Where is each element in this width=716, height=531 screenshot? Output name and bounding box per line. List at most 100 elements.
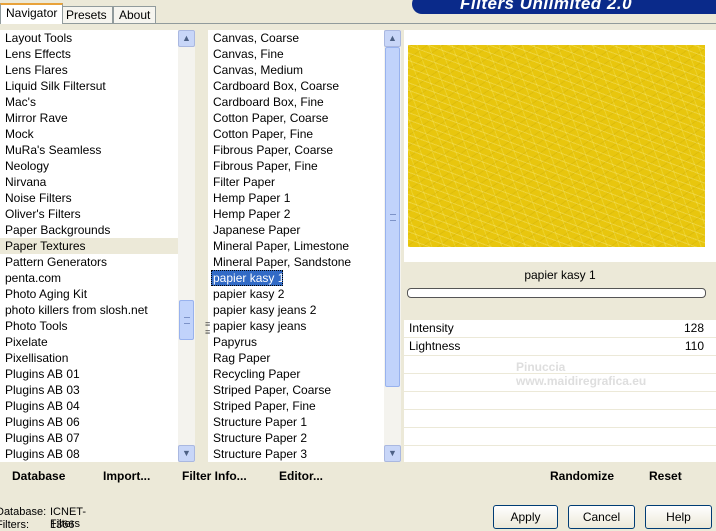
list-item[interactable]: Photo Aging Kit xyxy=(0,286,178,302)
list-item[interactable]: Striped Paper, Fine xyxy=(208,398,384,414)
list-item[interactable]: Rag Paper xyxy=(208,350,384,366)
list-item[interactable]: Canvas, Fine xyxy=(208,46,384,62)
reset-button[interactable]: Reset xyxy=(649,462,682,490)
tab-navigator[interactable]: Navigator xyxy=(0,3,64,24)
status-filters: Filters: 1366 xyxy=(0,519,74,531)
list-item[interactable]: Striped Paper, Coarse xyxy=(208,382,384,398)
watermark-name: Pinuccia xyxy=(516,360,566,374)
list-item[interactable]: Paper Backgrounds xyxy=(0,222,178,238)
intensity-slider[interactable]: Intensity 128 xyxy=(404,320,716,338)
filter-settings-panel: papier kasy 1 Intensity 128 Lightness 110 … xyxy=(404,30,716,462)
list-item[interactable]: Neology xyxy=(0,158,178,174)
list-item[interactable]: Mineral Paper, Sandstone xyxy=(208,254,384,270)
navigator-button-bar: Database Import... Filter Info... Editor… xyxy=(0,462,400,490)
list-item[interactable]: papier kasy jeans 2 xyxy=(208,302,384,318)
list-item[interactable]: Oliver's Filters xyxy=(0,206,178,222)
list-item[interactable]: Pixellisation xyxy=(0,350,178,366)
list-item[interactable]: Plugins AB 08 xyxy=(0,446,178,462)
filter-name: papier kasy 1 xyxy=(524,268,596,282)
category-list[interactable]: Layout Tools Lens Effects Lens Flares Liqui… xyxy=(0,30,178,462)
list-item[interactable]: Filter Paper xyxy=(208,174,384,190)
category-scrollbar[interactable]: ▲ ▼ xyxy=(178,30,195,462)
lightness-slider[interactable]: Lightness 110 xyxy=(404,338,716,356)
settings-button-bar: Randomize Reset xyxy=(404,462,716,490)
list-item[interactable]: papier kasy 2 xyxy=(208,286,384,302)
list-item[interactable]: Canvas, Coarse xyxy=(208,30,384,46)
list-item[interactable]: Mac's xyxy=(0,94,178,110)
list-item[interactable]: penta.com xyxy=(0,270,178,286)
list-item[interactable]: Photo Tools xyxy=(0,318,178,334)
list-item[interactable]: Lens Effects xyxy=(0,46,178,62)
list-item[interactable]: Plugins AB 03 xyxy=(0,382,178,398)
list-item[interactable]: Structure Paper 3 xyxy=(208,446,384,462)
list-item[interactable]: Canvas, Medium xyxy=(208,62,384,78)
filter-scrollbar[interactable]: ▲ ▼ xyxy=(384,30,401,462)
database-button[interactable]: Database xyxy=(12,462,65,490)
watermark: Pinuccia www.maidiregrafica.eu xyxy=(516,360,646,388)
list-item[interactable]: photo killers from slosh.net xyxy=(0,302,178,318)
cancel-button[interactable]: Cancel xyxy=(568,505,635,529)
slider-value: 128 xyxy=(683,321,704,335)
list-item[interactable]: papier kasy jeans xyxy=(208,318,384,334)
list-item[interactable]: Pattern Generators xyxy=(0,254,178,270)
preview-image xyxy=(408,45,705,247)
watermark-url: www.maidiregrafica.eu xyxy=(516,374,647,388)
slider-value: 110 xyxy=(684,339,704,353)
randomize-button[interactable]: Randomize xyxy=(550,462,614,490)
status-label: Filters: xyxy=(0,519,29,531)
scroll-up-icon[interactable]: ▲ xyxy=(178,30,195,47)
scroll-down-icon[interactable]: ▼ xyxy=(178,445,195,462)
editor-button[interactable]: Editor... xyxy=(279,462,323,490)
status-value: 1366 xyxy=(50,519,75,531)
slider-label: Intensity xyxy=(409,321,454,335)
list-item[interactable]: Mineral Paper, Limestone xyxy=(208,238,384,254)
list-item[interactable]: Plugins AB 04 xyxy=(0,398,178,414)
list-item[interactable]: Mock xyxy=(0,126,178,142)
help-button[interactable]: Help xyxy=(645,505,712,529)
app-title-banner: Filters Unlimited 2.0 xyxy=(412,0,716,14)
list-item[interactable]: Structure Paper 1 xyxy=(208,414,384,430)
list-item[interactable]: Plugins AB 01 xyxy=(0,366,178,382)
empty-param-row xyxy=(404,410,716,428)
drag-grip-icon: ≡ ≡ xyxy=(205,319,211,337)
filter-info-button[interactable]: Filter Info... xyxy=(182,462,247,490)
filter-name-area: papier kasy 1 xyxy=(404,262,716,320)
import-button[interactable]: Import... xyxy=(103,462,150,490)
list-item[interactable]: papier kasy 1 xyxy=(211,270,284,286)
list-item[interactable]: Cotton Paper, Fine xyxy=(208,126,384,142)
list-item[interactable]: Plugins AB 06 xyxy=(0,414,178,430)
tab-presets[interactable]: Presets xyxy=(60,6,113,23)
empty-param-row xyxy=(404,392,716,410)
list-item[interactable]: Cotton Paper, Coarse xyxy=(208,110,384,126)
apply-button[interactable]: Apply xyxy=(493,505,558,529)
scroll-up-icon[interactable]: ▲ xyxy=(384,30,401,47)
progress-bar xyxy=(407,288,706,298)
filter-list[interactable]: Canvas, Coarse Canvas, Fine Canvas, Medium… xyxy=(208,30,384,462)
list-item[interactable]: Paper Textures xyxy=(0,238,178,254)
list-item[interactable]: MuRa's Seamless xyxy=(0,142,178,158)
list-item[interactable]: Mirror Rave xyxy=(0,110,178,126)
list-item[interactable]: Liquid Silk Filtersut xyxy=(0,78,178,94)
list-item[interactable]: Japanese Paper xyxy=(208,222,384,238)
list-item[interactable]: Lens Flares xyxy=(0,62,178,78)
list-item[interactable]: Hemp Paper 2 xyxy=(208,206,384,222)
list-item[interactable]: Nirvana xyxy=(0,174,178,190)
list-item[interactable]: Cardboard Box, Fine xyxy=(208,94,384,110)
slider-label: Lightness xyxy=(409,339,461,353)
list-item[interactable]: Noise Filters xyxy=(0,190,178,206)
list-item[interactable]: Recycling Paper xyxy=(208,366,384,382)
list-item[interactable]: Structure Paper 2 xyxy=(208,430,384,446)
list-item[interactable]: Hemp Paper 1 xyxy=(208,190,384,206)
scroll-thumb[interactable] xyxy=(179,300,194,340)
list-item[interactable]: Fibrous Paper, Fine xyxy=(208,158,384,174)
scroll-down-icon[interactable]: ▼ xyxy=(384,445,401,462)
list-item[interactable]: Pixelate xyxy=(0,334,178,350)
list-item[interactable]: Papyrus xyxy=(208,334,384,350)
list-item[interactable]: Fibrous Paper, Coarse xyxy=(208,142,384,158)
empty-param-row xyxy=(404,428,716,446)
list-item[interactable]: Cardboard Box, Coarse xyxy=(208,78,384,94)
tab-about[interactable]: About xyxy=(113,6,157,23)
scroll-thumb[interactable] xyxy=(385,47,400,387)
list-item[interactable]: Layout Tools xyxy=(0,30,178,46)
list-item[interactable]: Plugins AB 07 xyxy=(0,430,178,446)
